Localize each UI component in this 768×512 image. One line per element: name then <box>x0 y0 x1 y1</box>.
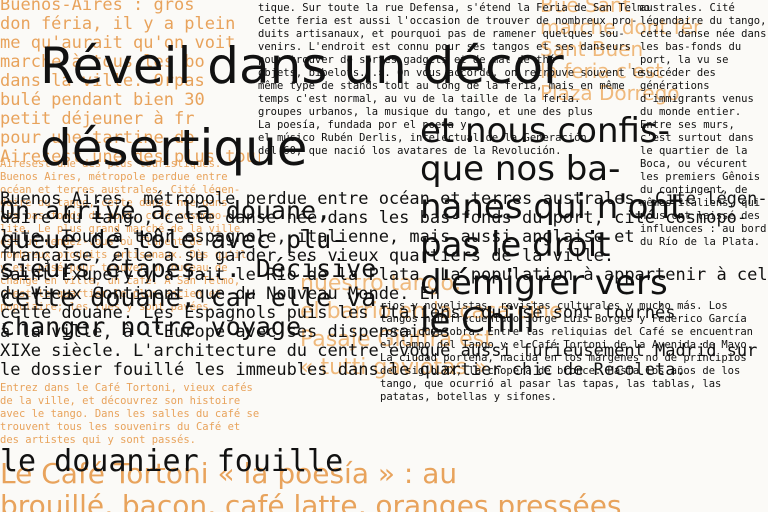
body-text-left-lower: Entrez dans le Café Tortoni, vieux cafés… <box>0 382 260 446</box>
bg-line: Buenos-Aires : gros <box>0 0 195 15</box>
headline-reveil: Réveil dans un décor <box>40 37 564 95</box>
headline-line: que nos ba- <box>420 149 621 189</box>
headline-line: queue de tôle avec plu- <box>0 225 347 254</box>
bg-line: don féria, il y a plein <box>0 15 236 34</box>
headline-line: pas le droit <box>420 225 611 265</box>
headline-douanier: le douanier fouille <box>0 444 344 479</box>
bg-line: brouillé, bacon, café latte, oranges pre… <box>0 489 622 512</box>
headline-line: le Chili <box>420 301 535 341</box>
headline-line: On arrive à la douane, <box>0 196 332 225</box>
paragraph-line: le dossier fouillé les immeubles dans le… <box>0 360 686 380</box>
paragraph-line: XIXe siècle. L'architecture du centre év… <box>0 341 758 361</box>
headline-desertique: désertique <box>40 119 308 177</box>
headline-line: nanes qui n'ont <box>420 187 684 227</box>
headline-line: changer notre voyage <box>0 312 302 341</box>
headline-line: sieurs étapes... Décisive <box>0 254 377 283</box>
body-line: Cette feria est aussi l'occasion de trou… <box>258 15 638 27</box>
headline-line: et nous confis- <box>420 111 670 151</box>
headline-left-block: On arrive à la douane, queue de tôle ave… <box>0 196 376 341</box>
poster-canvas: Buenos-Aires : gros don féria, il y a pl… <box>0 0 768 512</box>
headline-line: cette douane, car elle va <box>0 283 377 312</box>
body-line: tique. Sur toute la rue Defensa, s'étend… <box>258 2 650 14</box>
headline-line: d'émigrer vers <box>420 263 668 303</box>
headline-right-block: et nous confis- que nos ba- nanes qui n'… <box>420 112 683 340</box>
